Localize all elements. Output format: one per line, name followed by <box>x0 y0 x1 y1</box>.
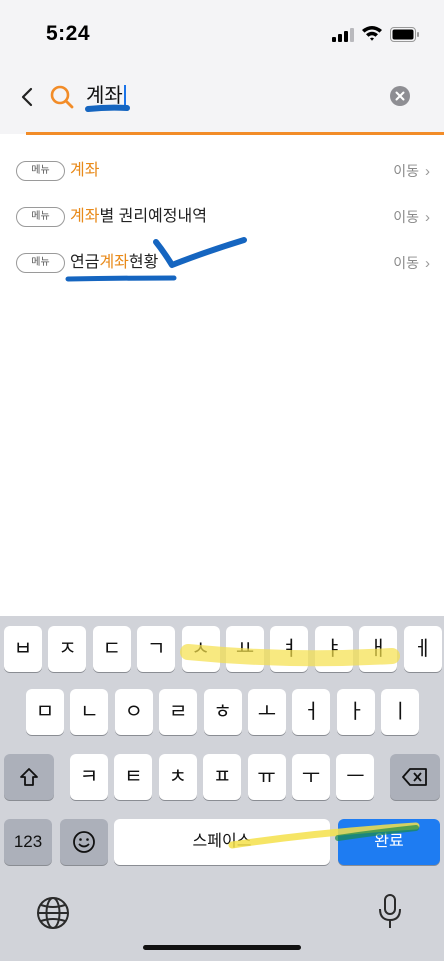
chevron-right-icon: › <box>425 255 430 272</box>
key-r2-0[interactable]: ㅁ <box>26 689 64 735</box>
status-bar: 5:24 <box>0 0 444 62</box>
menu-chip: 메뉴 <box>16 253 65 273</box>
key-r2-6[interactable]: ㅓ <box>292 689 331 735</box>
key-3[interactable]: ㄱ <box>137 626 176 672</box>
key-r2-1[interactable]: ㄴ <box>70 689 109 735</box>
globe-icon[interactable] <box>36 896 70 930</box>
back-button[interactable] <box>14 82 42 112</box>
list-item[interactable]: 메뉴 연금계좌현황 이동 › <box>0 240 444 286</box>
chevron-right-icon: › <box>425 163 430 180</box>
key-r3-2[interactable]: ㅊ <box>158 754 197 800</box>
battery-icon <box>390 27 419 42</box>
cellular-signal-icon <box>332 28 354 42</box>
key-r3-0[interactable]: ㅋ <box>70 754 108 800</box>
emoji-key[interactable] <box>60 819 108 865</box>
key-r3-3[interactable]: ㅍ <box>203 754 242 800</box>
key-0[interactable]: ㅂ <box>4 626 42 672</box>
key-7[interactable]: ㅑ <box>314 626 353 672</box>
result-title: 계좌별 권리예정내역 <box>70 208 207 225</box>
result-title: 연금계좌현황 <box>70 254 159 271</box>
search-results-list: 메뉴 계좌 이동 › 메뉴 계좌별 권리예정내역 이동 › 메뉴 연금계좌현황 이동… <box>0 148 444 286</box>
key-r2-2[interactable]: ㅇ <box>114 689 153 735</box>
go-link[interactable]: 이동 › <box>393 207 430 228</box>
backspace-key[interactable] <box>390 754 440 800</box>
key-r3-4[interactable]: ㅠ <box>247 754 286 800</box>
wifi-icon <box>362 26 382 41</box>
numbers-key[interactable]: 123 <box>4 819 52 865</box>
key-8[interactable]: ㅐ <box>359 626 398 672</box>
search-underline <box>26 132 444 135</box>
key-r3-5[interactable]: ㅜ <box>292 754 330 800</box>
key-r2-7[interactable]: ㅏ <box>336 689 375 735</box>
key-r3-6[interactable]: ㅡ <box>336 754 375 800</box>
key-5[interactable]: ㅛ <box>226 626 264 672</box>
done-button[interactable]: 완료 <box>338 819 440 865</box>
close-icon <box>395 91 405 101</box>
menu-chip: 메뉴 <box>16 207 65 227</box>
go-link[interactable]: 이동 › <box>393 253 430 274</box>
shift-key[interactable] <box>4 754 54 800</box>
go-link[interactable]: 이동 › <box>393 161 430 182</box>
search-input[interactable]: 계좌 <box>86 82 126 110</box>
key-9[interactable]: ㅔ <box>403 626 442 672</box>
microphone-icon[interactable] <box>376 893 404 931</box>
result-title: 계좌 <box>70 162 100 179</box>
shift-icon <box>20 768 38 786</box>
list-item[interactable]: 메뉴 계좌별 권리예정내역 이동 › <box>0 194 444 240</box>
key-4[interactable]: ㅅ <box>181 626 220 672</box>
emoji-icon <box>73 831 95 853</box>
key-r2-8[interactable]: ㅣ <box>381 689 420 735</box>
menu-chip: 메뉴 <box>16 161 65 181</box>
key-6[interactable]: ㅕ <box>270 626 309 672</box>
list-item[interactable]: 메뉴 계좌 이동 › <box>0 148 444 194</box>
key-r2-5[interactable]: ㅗ <box>248 689 286 735</box>
search-icon <box>50 85 74 109</box>
space-key[interactable]: 스페이스 <box>114 819 330 865</box>
search-header: 계좌 <box>0 62 444 134</box>
key-r2-4[interactable]: ㅎ <box>203 689 242 735</box>
key-r2-3[interactable]: ㄹ <box>159 689 198 735</box>
home-indicator <box>143 945 301 950</box>
key-2[interactable]: ㄷ <box>92 626 131 672</box>
chevron-right-icon: › <box>425 209 430 226</box>
clear-search-button[interactable] <box>390 86 410 106</box>
key-1[interactable]: ㅈ <box>48 626 87 672</box>
backspace-icon <box>402 768 427 786</box>
status-time: 5:24 <box>46 22 91 45</box>
key-r3-1[interactable]: ㅌ <box>114 754 153 800</box>
